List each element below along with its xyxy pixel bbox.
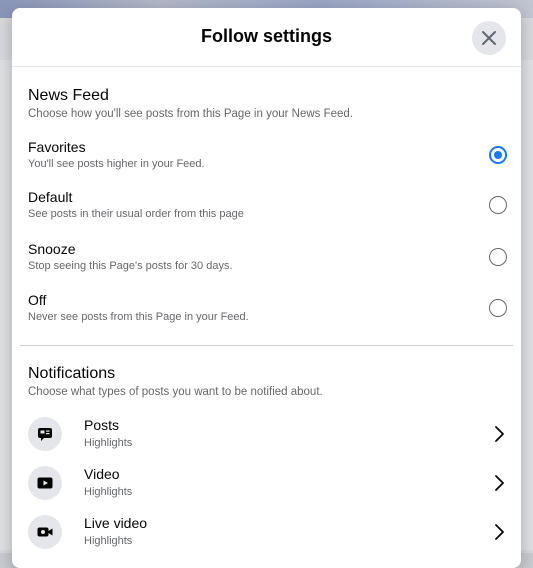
row-text: Video Highlights [84,466,132,498]
notification-row-live-video[interactable]: Live video Highlights [28,513,507,555]
option-description: Never see posts from this Page in your F… [28,311,249,323]
option-label: Off [28,292,47,308]
option-favorites[interactable]: Favorites You'll see posts higher in you… [28,139,507,179]
row-label: Video [84,466,120,482]
notifications-section-header: Notifications Choose what types of posts… [28,365,323,398]
row-text: Posts Highlights [84,417,132,449]
option-snooze[interactable]: Snooze Stop seeing this Page's posts for… [28,241,507,281]
option-off[interactable]: Off Never see posts from this Page in yo… [28,292,507,332]
close-icon [482,31,496,45]
notifications-subtitle: Choose what types of posts you want to b… [28,386,323,398]
option-default[interactable]: Default See posts in their usual order f… [28,189,507,229]
option-label: Default [28,189,73,205]
chevron-right-icon [495,475,504,491]
live-video-icon [28,515,62,549]
row-label: Live video [84,515,148,531]
option-label: Favorites [28,139,86,155]
snooze-radio[interactable] [489,248,507,266]
dialog-title: Follow settings [200,26,332,46]
chevron-right-icon [495,524,504,540]
option-label: Snooze [28,241,76,257]
close-button[interactable] [472,21,506,55]
news-feed-title: News Feed [28,87,109,104]
section-divider [20,345,513,346]
row-value: Highlights [84,535,133,547]
follow-settings-dialog: Follow settings News Feed Choose how you… [12,8,521,568]
notification-row-video[interactable]: Video Highlights [28,464,507,506]
row-value: Highlights [84,486,133,498]
notifications-title: Notifications [28,365,116,382]
favorites-radio[interactable] [489,146,507,164]
row-label: Posts [84,417,120,433]
notification-row-posts[interactable]: Posts Highlights [28,415,507,457]
background-card-right [521,60,533,550]
news-feed-subtitle: Choose how you'll see posts from this Pa… [28,108,353,120]
post-icon [28,417,62,451]
news-feed-section-header: News Feed Choose how you'll see posts fr… [28,87,353,120]
option-description: Stop seeing this Page's posts for 30 day… [28,260,233,272]
option-description: See posts in their usual order from this… [28,208,244,220]
row-text: Live video Highlights [84,515,147,547]
option-description: You'll see posts higher in your Feed. [28,158,205,170]
default-radio[interactable] [489,196,507,214]
row-value: Highlights [84,437,133,449]
video-icon [28,466,62,500]
off-radio[interactable] [489,299,507,317]
chevron-right-icon [495,426,504,442]
dialog-header: Follow settings [12,8,521,67]
